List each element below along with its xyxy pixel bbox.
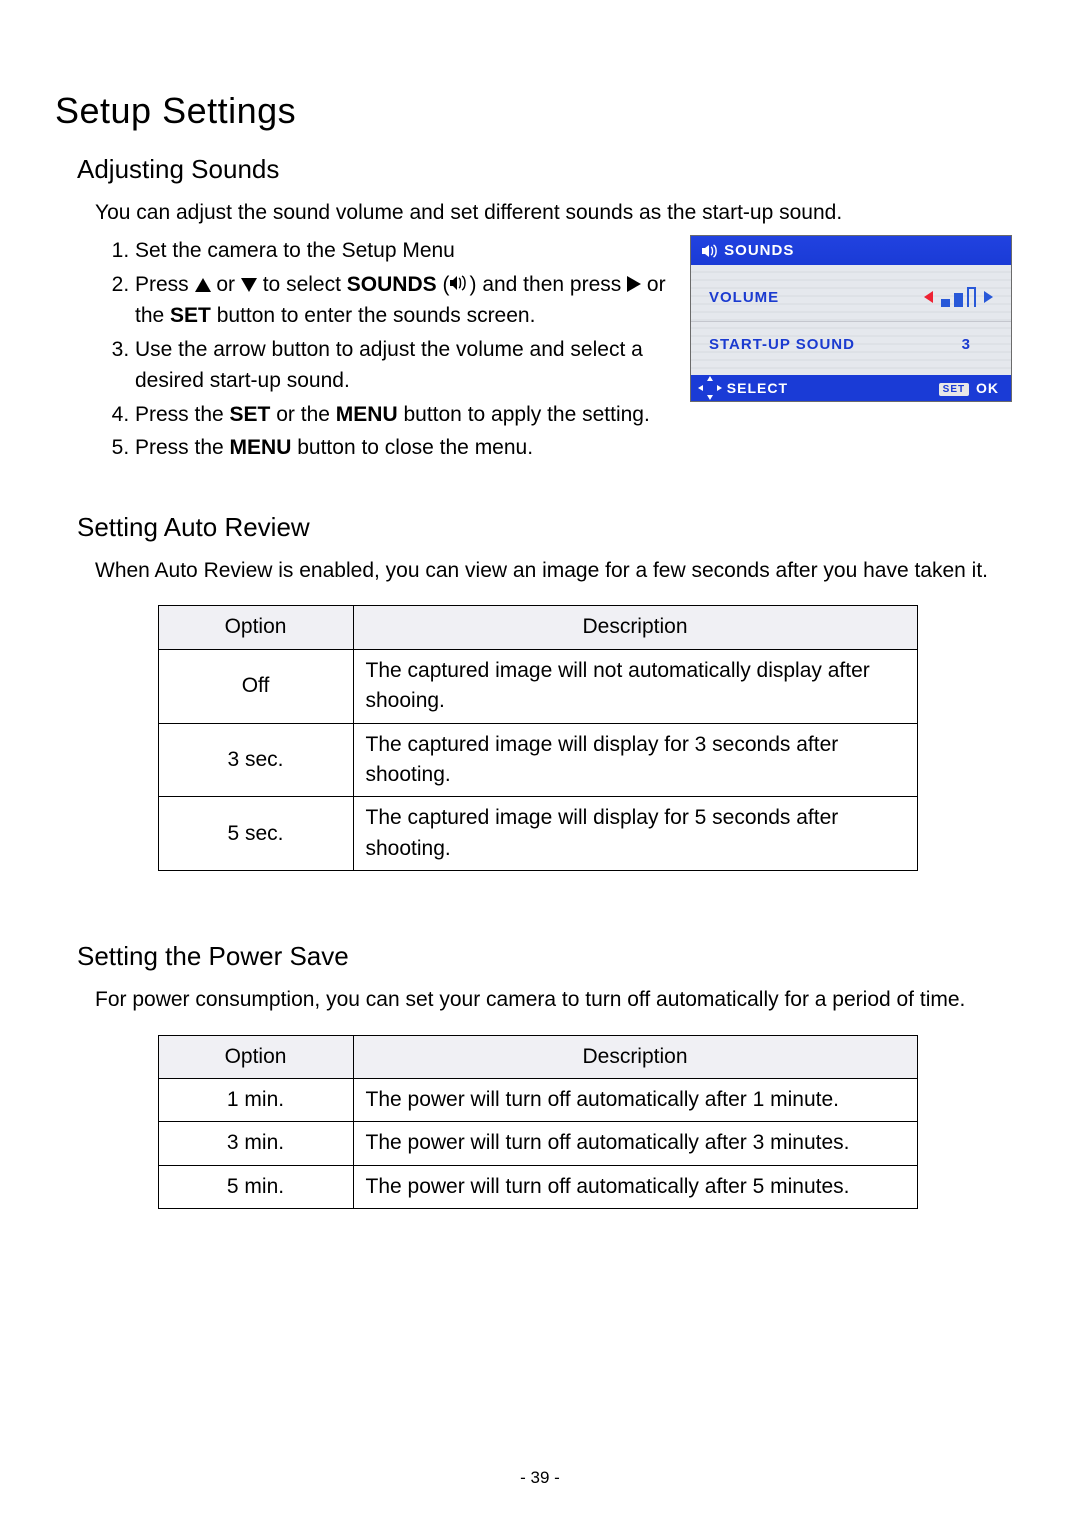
volume-control: [924, 287, 993, 307]
down-arrow-icon: [241, 278, 257, 292]
menu-label: MENU: [336, 403, 398, 426]
set-badge: SET: [939, 383, 969, 396]
lcd-startup-value: 3: [962, 336, 993, 353]
step-3: Use the arrow button to adjust the volum…: [135, 334, 670, 397]
autoreview-intro: When Auto Review is enabled, you can vie…: [95, 557, 1020, 585]
table-row: Off The captured image will not automati…: [158, 649, 917, 723]
volume-bar-1: [941, 299, 950, 307]
option-cell: 3 min.: [158, 1122, 353, 1165]
text: Press: [135, 273, 195, 296]
autoreview-table: Option Description Off The captured imag…: [158, 605, 918, 871]
speaker-icon: (): [442, 273, 476, 296]
desc-cell: The captured image will not automaticall…: [353, 649, 917, 723]
table-row: 5 sec. The captured image will display f…: [158, 797, 917, 871]
right-arrow-icon: [984, 291, 993, 303]
option-cell: 3 sec.: [158, 723, 353, 797]
text: and then press: [482, 273, 627, 296]
th-option: Option: [158, 606, 353, 649]
desc-cell: The captured image will display for 5 se…: [353, 797, 917, 871]
table-row: 3 min. The power will turn off automatic…: [158, 1122, 917, 1165]
text: Press the: [135, 403, 230, 426]
menu-label: MENU: [230, 436, 292, 459]
th-option: Option: [158, 1035, 353, 1078]
lcd-ok-label: OK: [976, 380, 999, 396]
left-arrow-icon: [924, 291, 933, 303]
speaker-icon: [701, 242, 719, 259]
sounds-label: SOUNDS: [347, 273, 437, 296]
table-header-row: Option Description: [158, 606, 917, 649]
table-row: 3 sec. The captured image will display f…: [158, 723, 917, 797]
option-cell: Off: [158, 649, 353, 723]
section-heading-powersave: Setting the Power Save: [77, 941, 1020, 972]
step-2: Press or to select SOUNDS () and then pr…: [135, 269, 670, 332]
lcd-sounds-screenshot: SOUNDS VOLUME START-UP S: [690, 235, 1012, 402]
lcd-volume-label: VOLUME: [709, 289, 779, 306]
step-5: Press the MENU button to close the menu.: [135, 432, 670, 464]
text: button to apply the setting.: [403, 403, 649, 426]
page-number: - 39 -: [0, 1468, 1080, 1488]
desc-cell: The captured image will display for 3 se…: [353, 723, 917, 797]
table-row: 1 min. The power will turn off automatic…: [158, 1079, 917, 1122]
text: button to enter the sounds screen.: [217, 304, 536, 327]
text: Press the: [135, 436, 230, 459]
option-cell: 5 min.: [158, 1165, 353, 1208]
powersave-table: Option Description 1 min. The power will…: [158, 1035, 918, 1210]
sounds-steps: Set the camera to the Setup Menu Press o…: [97, 235, 670, 464]
dpad-icon: [703, 381, 717, 395]
option-cell: 5 sec.: [158, 797, 353, 871]
volume-bar-3: [967, 287, 976, 307]
text: button to close the menu.: [297, 436, 533, 459]
text: or: [216, 273, 241, 296]
th-description: Description: [353, 606, 917, 649]
set-label: SET: [230, 403, 271, 426]
lcd-title: SOUNDS: [724, 242, 794, 259]
th-description: Description: [353, 1035, 917, 1078]
section-heading-autoreview: Setting Auto Review: [77, 512, 1020, 543]
volume-bar-2: [954, 293, 963, 307]
set-label: SET: [170, 304, 211, 327]
table-header-row: Option Description: [158, 1035, 917, 1078]
desc-cell: The power will turn off automatically af…: [353, 1079, 917, 1122]
lcd-select-label: SELECT: [727, 380, 788, 396]
desc-cell: The power will turn off automatically af…: [353, 1122, 917, 1165]
text: to select: [263, 273, 347, 296]
up-arrow-icon: [195, 278, 211, 292]
page-title: Setup Settings: [55, 90, 1020, 132]
section-heading-sounds: Adjusting Sounds: [77, 154, 1020, 185]
right-arrow-icon: [627, 276, 641, 292]
table-row: 5 min. The power will turn off automatic…: [158, 1165, 917, 1208]
step-4: Press the SET or the MENU button to appl…: [135, 399, 670, 431]
powersave-intro: For power consumption, you can set your …: [95, 986, 1020, 1014]
option-cell: 1 min.: [158, 1079, 353, 1122]
desc-cell: The power will turn off automatically af…: [353, 1165, 917, 1208]
text: or the: [276, 403, 336, 426]
step-1: Set the camera to the Setup Menu: [135, 235, 670, 267]
sounds-intro: You can adjust the sound volume and set …: [95, 199, 1020, 227]
lcd-startup-label: START-UP SOUND: [709, 336, 855, 353]
